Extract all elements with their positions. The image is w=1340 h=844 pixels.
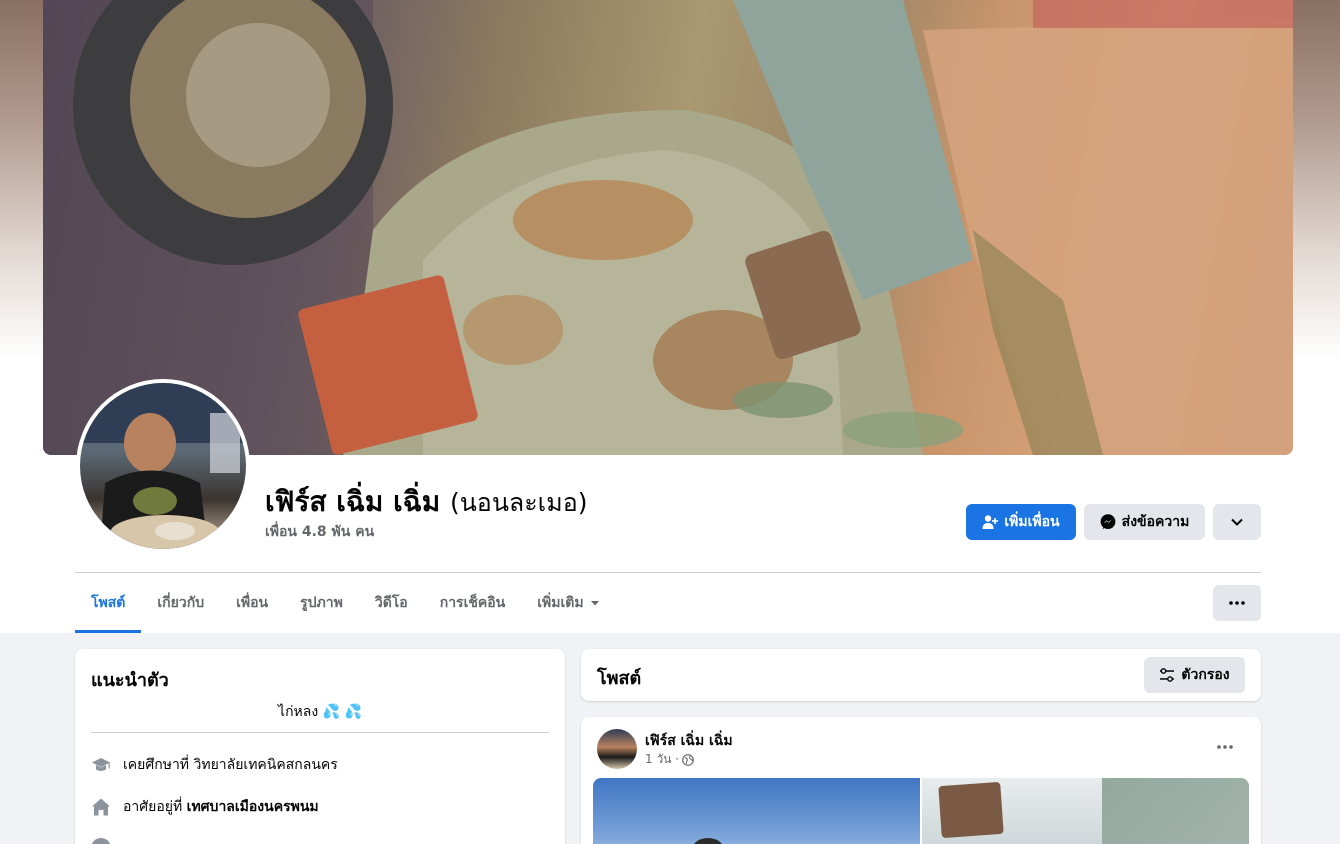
tab-photos[interactable]: รูปภาพ — [284, 573, 359, 633]
profile-name-text: เฟิร์ส เฉิ่ม เฉิ่ม — [265, 485, 441, 518]
alternate-name: (นอนละเมอ) — [449, 488, 588, 517]
globe-icon — [682, 753, 694, 766]
lives-in-place-link[interactable]: เทศบาลเมืองนครพนม — [187, 799, 319, 815]
graduation-cap-icon — [91, 755, 111, 775]
post-meta: 1 วัน · — [645, 750, 694, 769]
profile-avatar[interactable] — [76, 379, 250, 553]
filter-button[interactable]: ตัวกรอง — [1144, 657, 1245, 693]
post-image-1[interactable] — [593, 778, 920, 844]
intro-divider — [91, 732, 549, 733]
tab-more[interactable]: เพิ่มเติม — [521, 573, 615, 633]
chevron-down-icon — [1231, 518, 1243, 526]
post-author-avatar[interactable] — [597, 729, 637, 769]
tab-photos-label: รูปภาพ — [300, 595, 343, 611]
avatar-illustration — [80, 383, 246, 549]
tab-videos[interactable]: วิดีโอ — [359, 573, 424, 633]
post-time[interactable]: 1 วัน · — [645, 750, 679, 769]
intro-bio: ไก่หลง 💦 💦 — [278, 704, 362, 720]
message-button[interactable]: ส่งข้อความ — [1084, 504, 1205, 540]
ellipsis-icon — [1229, 601, 1245, 605]
tab-friends[interactable]: เพื่อน — [220, 573, 284, 633]
post-author-name[interactable]: เฟิร์ส เฉิ่ม เฉิ่ม — [645, 730, 733, 752]
add-friend-icon — [982, 515, 999, 529]
tab-posts-label: โพสต์ — [91, 595, 126, 611]
post-card: เฟิร์ส เฉิ่ม เฉิ่ม 1 วัน · — [581, 717, 1261, 844]
messenger-icon — [1100, 514, 1116, 530]
profile-options-button[interactable] — [1213, 585, 1261, 621]
tab-posts[interactable]: โพสต์ — [75, 573, 142, 633]
tab-about-label: เกี่ยวกับ — [157, 595, 205, 611]
intro-title: แนะนำตัว — [91, 670, 169, 691]
cover-illustration — [43, 0, 1293, 455]
profile-tabs: โพสต์ เกี่ยวกับ เพื่อน รูปภาพ วิดีโอ การ… — [75, 573, 616, 633]
caret-down-icon — [590, 601, 599, 606]
more-actions-button[interactable] — [1213, 504, 1261, 540]
home-icon — [91, 797, 111, 817]
partial-icon — [91, 838, 111, 844]
intro-lives-in: อาศัยอยู่ที่ เทศบาลเมืองนครพนม — [91, 796, 319, 818]
tab-checkins-label: การเช็คอิน — [439, 595, 506, 611]
intro-education: เคยศึกษาที่ วิทยาลัยเทคนิคสกลนคร — [91, 754, 338, 776]
add-friend-button[interactable]: เพิ่มเพื่อน — [966, 504, 1076, 540]
post-options-button[interactable] — [1207, 729, 1243, 765]
tab-checkins[interactable]: การเช็คอิน — [424, 573, 522, 633]
posts-header-card: โพสต์ ตัวกรอง — [581, 649, 1261, 701]
post-image-2-grille — [938, 781, 1004, 839]
avatar-photo — [80, 383, 246, 549]
tab-about[interactable]: เกี่ยวกับ — [141, 573, 220, 633]
add-friend-label: เพิ่มเพื่อน — [1004, 514, 1060, 530]
tab-more-label: เพิ่มเติม — [537, 595, 584, 611]
cover-photo[interactable] — [43, 0, 1293, 455]
tab-videos-label: วิดีโอ — [374, 595, 408, 611]
friends-count[interactable]: เพื่อน 4.8 พัน คน — [265, 521, 374, 543]
filter-label: ตัวกรอง — [1181, 667, 1230, 683]
intro-card: แนะนำตัว ไก่หลง 💦 💦 เคยศึกษาที่ วิทยาลัย… — [75, 649, 565, 844]
filter-icon — [1160, 668, 1175, 682]
profile-name: เฟิร์ส เฉิ่ม เฉิ่ม (นอนละเมอ) — [265, 480, 587, 524]
lives-in-prefix: อาศัยอยู่ที่ — [123, 799, 187, 815]
ellipsis-icon — [1217, 745, 1233, 749]
intro-lives-in-text: อาศัยอยู่ที่ เทศบาลเมืองนครพนม — [123, 796, 319, 818]
post-image-2-grass — [1102, 778, 1249, 844]
message-label: ส่งข้อความ — [1121, 514, 1190, 530]
tab-friends-label: เพื่อน — [236, 595, 269, 611]
post-image-1-subject — [693, 838, 723, 844]
intro-education-text: เคยศึกษาที่ วิทยาลัยเทคนิคสกลนคร — [123, 757, 338, 773]
post-image-2[interactable] — [922, 778, 1249, 844]
posts-title: โพสต์ — [597, 668, 642, 689]
